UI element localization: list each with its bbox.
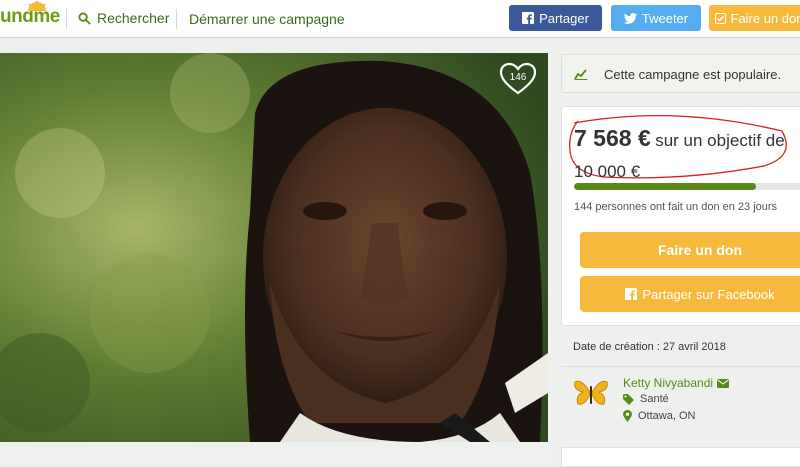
gofundme-logo[interactable]: undme [0,6,60,28]
organizer-avatar[interactable] [573,376,609,408]
organizer-name: Ketty Nivyabandi [623,376,713,390]
organizer-category: Santé [623,393,669,405]
creation-date: Date de création : 27 avril 2018 [573,341,726,353]
envelope-icon[interactable] [717,379,729,388]
location-label: Ottawa, ON [638,410,695,422]
amount-raised: 7 568 € [574,125,651,151]
funding-progress-bar [574,183,800,190]
category-label: Santé [640,393,669,405]
trending-chart-icon [574,68,588,80]
facebook-share-label: Partager [539,11,589,26]
search-link[interactable]: Rechercher [78,10,169,26]
donate-button[interactable]: Faire un don [580,232,800,268]
search-icon [78,12,91,25]
donation-summary-card: 7 568 € sur un objectif de 10 000 € 144 … [561,106,800,326]
search-label: Rechercher [97,10,169,26]
twitter-tweet-button[interactable]: Tweeter [611,5,701,31]
popular-text: Cette campagne est populaire. [604,67,781,82]
header-donate-label: Faire un don [731,11,800,26]
nav-divider [66,9,67,29]
share-facebook-button[interactable]: Partager sur Facebook [580,276,800,312]
nav-divider [176,9,177,29]
photo-caption-strip [0,448,548,460]
divider [561,366,800,367]
next-panel [561,447,800,467]
facebook-icon [625,288,637,300]
tweet-label: Tweeter [642,11,688,26]
popular-campaign-banner: Cette campagne est populaire. [561,54,800,93]
top-navigation-bar: undme Rechercher Démarrer une campagne P… [0,0,800,38]
tag-icon [623,394,634,405]
organizer-location: Ottawa, ON [623,410,695,422]
heart-count: 146 [499,72,537,83]
facebook-share-button[interactable]: Partager [509,5,602,31]
campaign-photo [0,53,548,442]
map-pin-icon [623,410,632,422]
goal-prefix: sur un objectif de [655,131,784,150]
goal-amount: 10 000 € [574,162,640,181]
donate-check-icon [715,13,726,24]
share-facebook-label: Partager sur Facebook [642,287,774,302]
facebook-icon [522,12,534,24]
organizer-name-link[interactable]: Ketty Nivyabandi [623,376,729,390]
start-campaign-link[interactable]: Démarrer une campagne [189,11,345,27]
amount-raised-text: 7 568 € sur un objectif de 10 000 € [574,123,794,188]
campaign-portrait-image [0,53,548,442]
twitter-icon [624,13,637,24]
funding-progress-fill [574,183,756,190]
sun-logo-icon [26,1,48,11]
header-donate-button[interactable]: Faire un don [709,5,800,31]
donors-count-text: 144 personnes ont fait un don en 23 jour… [574,201,777,213]
